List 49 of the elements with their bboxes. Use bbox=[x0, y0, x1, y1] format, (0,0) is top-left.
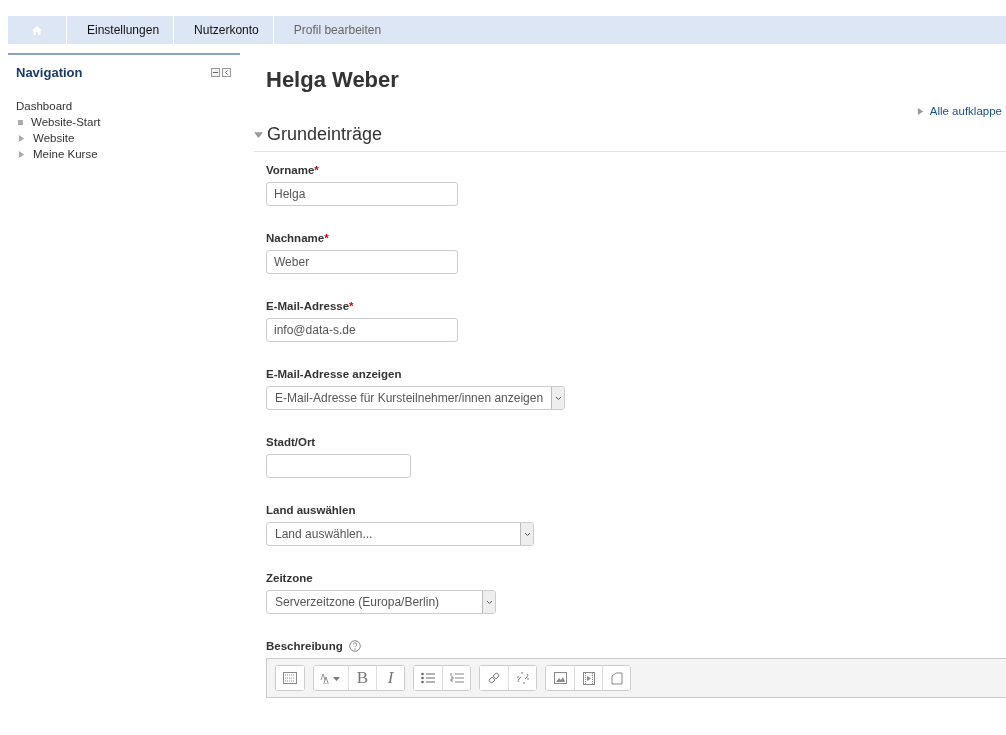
caret-icon bbox=[916, 107, 924, 115]
film-icon bbox=[582, 671, 595, 685]
caret-icon bbox=[254, 130, 263, 139]
page-title: Helga Weber bbox=[266, 67, 400, 93]
chevron-down-icon bbox=[523, 531, 531, 537]
breadcrumb-link[interactable]: Einstellungen bbox=[73, 16, 175, 44]
field-label: Stadt/Ort bbox=[266, 436, 317, 448]
broken-link-button[interactable] bbox=[508, 666, 536, 690]
keyboard-icon bbox=[283, 672, 297, 684]
font-size-icon bbox=[320, 672, 342, 684]
block-controls-icon[interactable] bbox=[211, 68, 232, 77]
nav-item[interactable]: Website-Start bbox=[16, 116, 232, 128]
block-title: Navigation bbox=[16, 65, 83, 80]
italic-button[interactable]: I bbox=[376, 666, 404, 690]
chevron-down-icon bbox=[485, 599, 493, 605]
nav-item[interactable]: Website bbox=[16, 132, 232, 144]
image-icon bbox=[553, 672, 567, 684]
text-field[interactable]: Helga bbox=[266, 182, 458, 206]
breadcrumb-current-page: Profil bearbeiten bbox=[292, 22, 383, 39]
text-field[interactable] bbox=[266, 454, 411, 478]
file-button[interactable] bbox=[602, 666, 630, 690]
text-field[interactable]: info@data-s.de bbox=[266, 318, 458, 342]
numbered-list-button[interactable] bbox=[442, 666, 470, 690]
keyboard-button[interactable] bbox=[276, 666, 304, 690]
bullet-list-icon bbox=[421, 672, 435, 684]
chevron-down-icon bbox=[554, 395, 562, 401]
select-field[interactable]: E-Mail-Adresse für Kursteilnehmer/innen anzeigen bbox=[266, 386, 566, 410]
text-field[interactable]: Weber bbox=[266, 250, 458, 274]
field-label: Vorname* bbox=[266, 164, 320, 176]
numbered-list-icon bbox=[449, 672, 464, 684]
link-icon bbox=[487, 671, 501, 685]
nav-item[interactable]: Meine Kurse bbox=[16, 148, 232, 160]
nav-item[interactable]: Dashboard bbox=[16, 100, 232, 112]
select-field[interactable]: Land auswählen... bbox=[266, 522, 535, 546]
broken-link-icon bbox=[515, 671, 530, 685]
section-title[interactable]: Grundeinträge bbox=[267, 124, 383, 145]
help-icon[interactable] bbox=[348, 640, 361, 652]
bullet-icon bbox=[18, 119, 23, 125]
field-label: Land auswählen bbox=[266, 504, 357, 516]
field-label: Beschreibung bbox=[266, 640, 1006, 652]
file-icon bbox=[610, 671, 623, 685]
field-label: E-Mail-Adresse* bbox=[266, 300, 355, 312]
breadcrumb-link[interactable]: Nutzerkonto bbox=[180, 16, 274, 44]
select-field[interactable]: Serverzeitzone (Europa/Berlin) bbox=[266, 590, 497, 614]
field-label: Zeitzone bbox=[266, 572, 314, 584]
field-label: Nachname* bbox=[266, 232, 330, 244]
field-label: E-Mail-Adresse anzeigen bbox=[266, 368, 403, 380]
expand-all-link[interactable]: Alle aufklappe bbox=[916, 105, 1002, 117]
home-icon bbox=[32, 25, 42, 35]
